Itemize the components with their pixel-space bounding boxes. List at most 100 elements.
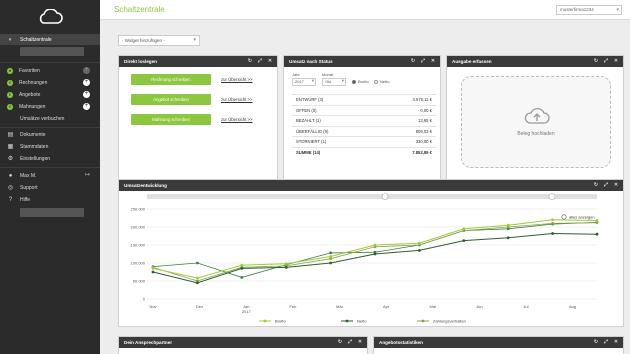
add-reminder-icon[interactable]: +: [83, 103, 90, 110]
panel-tools: ↻ ⤢ ✕: [337, 339, 363, 345]
sidebar-item-support[interactable]: ◎ Support: [0, 182, 100, 193]
write-invoice-button[interactable]: Rechnung schreiben: [131, 74, 211, 85]
logout-icon[interactable]: ↦: [85, 171, 90, 178]
sidebar-item-dokumente[interactable]: ▤ Dokumente: [0, 129, 100, 140]
favorites-add-icon[interactable]: +: [83, 67, 90, 74]
legend-marker: [263, 319, 267, 323]
account-select[interactable]: musterfirma1234: [556, 5, 622, 15]
sidebar-item-umsaetze[interactable]: Umsätze verbuchen: [0, 113, 100, 124]
series-brutto-point: [329, 255, 332, 258]
receipt-upload-dropzone[interactable]: Beleg hochladen: [461, 76, 611, 168]
sidebar-item-label: Dokumente: [20, 131, 46, 138]
status-label: STORNIERT (1): [296, 139, 327, 144]
sidebar-divider: [0, 62, 100, 63]
cloud-logo-icon: [39, 9, 63, 24]
close-icon[interactable]: ✕: [613, 182, 619, 188]
sidebar-item-angebote[interactable]: € Angebote +: [0, 89, 100, 100]
status-label: ENTWURF (3): [296, 97, 324, 102]
close-icon[interactable]: ✕: [430, 58, 436, 64]
panel-expense: Ausgabe erfassen ↻ ⤢ ✕ Beleg hochladen: [446, 55, 624, 192]
panel-contacts: Dein Ansprechpartner ↻ ⤢ ✕: [118, 336, 368, 354]
sidebar-item-favoriten[interactable]: ★ Favoriten +: [0, 65, 100, 76]
series-netto-point: [595, 232, 599, 236]
series-netto-line: [152, 232, 598, 284]
series-netto-point: [240, 267, 244, 270]
expand-icon[interactable]: ⤢: [257, 58, 263, 64]
expand-icon[interactable]: ⤢: [603, 339, 609, 345]
help-search-input[interactable]: [20, 208, 84, 217]
main-content: - Widget hinzufügen - Direkt loslegen ↻ …: [100, 21, 630, 354]
netto-radio[interactable]: [374, 80, 378, 84]
status-label: ÜBERFÄLLIG (9): [296, 128, 329, 134]
refresh-icon[interactable]: ↻: [593, 339, 599, 345]
panel-header: Umsatz nach Status ↻ ⤢ ✕: [284, 56, 440, 67]
brutto-radio[interactable]: [352, 80, 356, 84]
panel-direct-start: Direkt loslegen ↻ ⤢ ✕ Rechnung schreiben…: [118, 55, 278, 192]
status-row: STORNIERT (1) 330,00 €: [292, 136, 436, 146]
zoom-icon: [561, 214, 567, 220]
refresh-icon[interactable]: ↻: [247, 58, 253, 64]
month-select[interactable]: Okt: [322, 78, 346, 86]
close-icon[interactable]: ✕: [267, 58, 273, 64]
panel-title: Dein Ansprechpartner: [124, 340, 173, 345]
brutto-label: Brutto: [358, 79, 369, 84]
sidebar-item-mahnungen[interactable]: € Mahnungen +: [0, 101, 100, 112]
x-tick-label: Mär: [336, 304, 344, 309]
expand-icon[interactable]: ⤢: [603, 58, 609, 64]
series-brutto-point: [151, 267, 155, 270]
close-icon[interactable]: ✕: [357, 339, 363, 345]
expand-icon[interactable]: ⤢: [347, 339, 353, 345]
database-icon: ▦: [7, 144, 14, 150]
legend-label: Brutto: [275, 319, 286, 324]
y-tick-label: 50.000: [133, 279, 146, 284]
close-icon[interactable]: ✕: [613, 339, 619, 345]
sidebar-item-einstellungen[interactable]: ⚙ Einstellungen: [0, 153, 100, 164]
add-widget-select[interactable]: - Widget hinzufügen -: [118, 35, 200, 46]
panel-tools: ↻ ⤢ ✕: [593, 339, 619, 345]
x-tick-label: Apr: [383, 304, 390, 309]
status-label: BEZAHLT (1): [296, 118, 321, 123]
user-icon: ●: [8, 172, 13, 179]
sidebar-item-hilfe[interactable]: ? Hilfe: [0, 194, 100, 205]
panel-header: Ausgabe erfassen ↻ ⤢ ✕: [447, 56, 623, 67]
x-tick-label: Jun: [476, 304, 482, 309]
refresh-icon[interactable]: ↻: [337, 339, 343, 345]
panel-tools: ↻ ⤢ ✕: [247, 58, 273, 64]
sidebar-search-input[interactable]: [20, 47, 84, 56]
sidebar-item-stammdaten[interactable]: ▦ Stammdaten: [0, 141, 100, 152]
sidebar-item-schaltzentrale[interactable]: ◐ Schaltzentrale: [0, 34, 100, 45]
expand-icon[interactable]: ⤢: [420, 58, 426, 64]
series-netto-point: [418, 249, 421, 252]
add-invoice-icon[interactable]: +: [83, 79, 90, 86]
invoice-overview-link[interactable]: zur Übersicht >>: [221, 77, 253, 82]
refresh-icon[interactable]: ↻: [410, 58, 416, 64]
panel-revenue-status: Umsatz nach Status ↻ ⤢ ✕ Jahr Monat 2017…: [283, 55, 441, 192]
series-zahlungsverhalten-point: [551, 222, 554, 225]
sidebar-item-rechnungen[interactable]: € Rechnungen +: [0, 77, 100, 88]
sidebar-item-user[interactable]: ● Max M. ↦: [0, 170, 100, 181]
offer-overview-link[interactable]: zur Übersicht >>: [221, 97, 253, 102]
legend-label: Zahlungsverhalten: [433, 319, 466, 324]
y-tick-label: 250.000: [131, 207, 146, 212]
series-alt-point: [240, 276, 244, 279]
refresh-icon[interactable]: ↻: [593, 58, 599, 64]
y-tick-label: 150.000: [131, 243, 146, 248]
reminder-overview-link[interactable]: zur Übersicht >>: [221, 117, 253, 122]
expand-icon[interactable]: ⤢: [603, 182, 609, 188]
app-logo[interactable]: [0, 0, 100, 34]
write-reminder-button[interactable]: Mahnung schreiben: [131, 114, 211, 125]
write-offer-button[interactable]: Angebot schreiben: [131, 94, 211, 105]
panel-offer-stats: Angebotsstatistiken ↻ ⤢ ✕: [373, 336, 624, 354]
series-brutto-point: [284, 262, 288, 266]
add-offer-icon[interactable]: +: [83, 91, 90, 98]
series-brutto-point: [418, 241, 421, 245]
sidebar-item-label: Support: [20, 184, 38, 191]
status-row: BEZAHLT (1) 13,65 €: [292, 115, 436, 125]
status-value: 13,65 €: [418, 118, 432, 123]
panel-header: Angebotsstatistiken ↻ ⤢ ✕: [374, 337, 623, 348]
year-select[interactable]: 2017: [292, 78, 316, 86]
refresh-icon[interactable]: ↻: [593, 182, 599, 188]
help-icon: ?: [8, 196, 13, 203]
close-icon[interactable]: ✕: [613, 58, 619, 64]
series-netto-point: [506, 236, 510, 240]
